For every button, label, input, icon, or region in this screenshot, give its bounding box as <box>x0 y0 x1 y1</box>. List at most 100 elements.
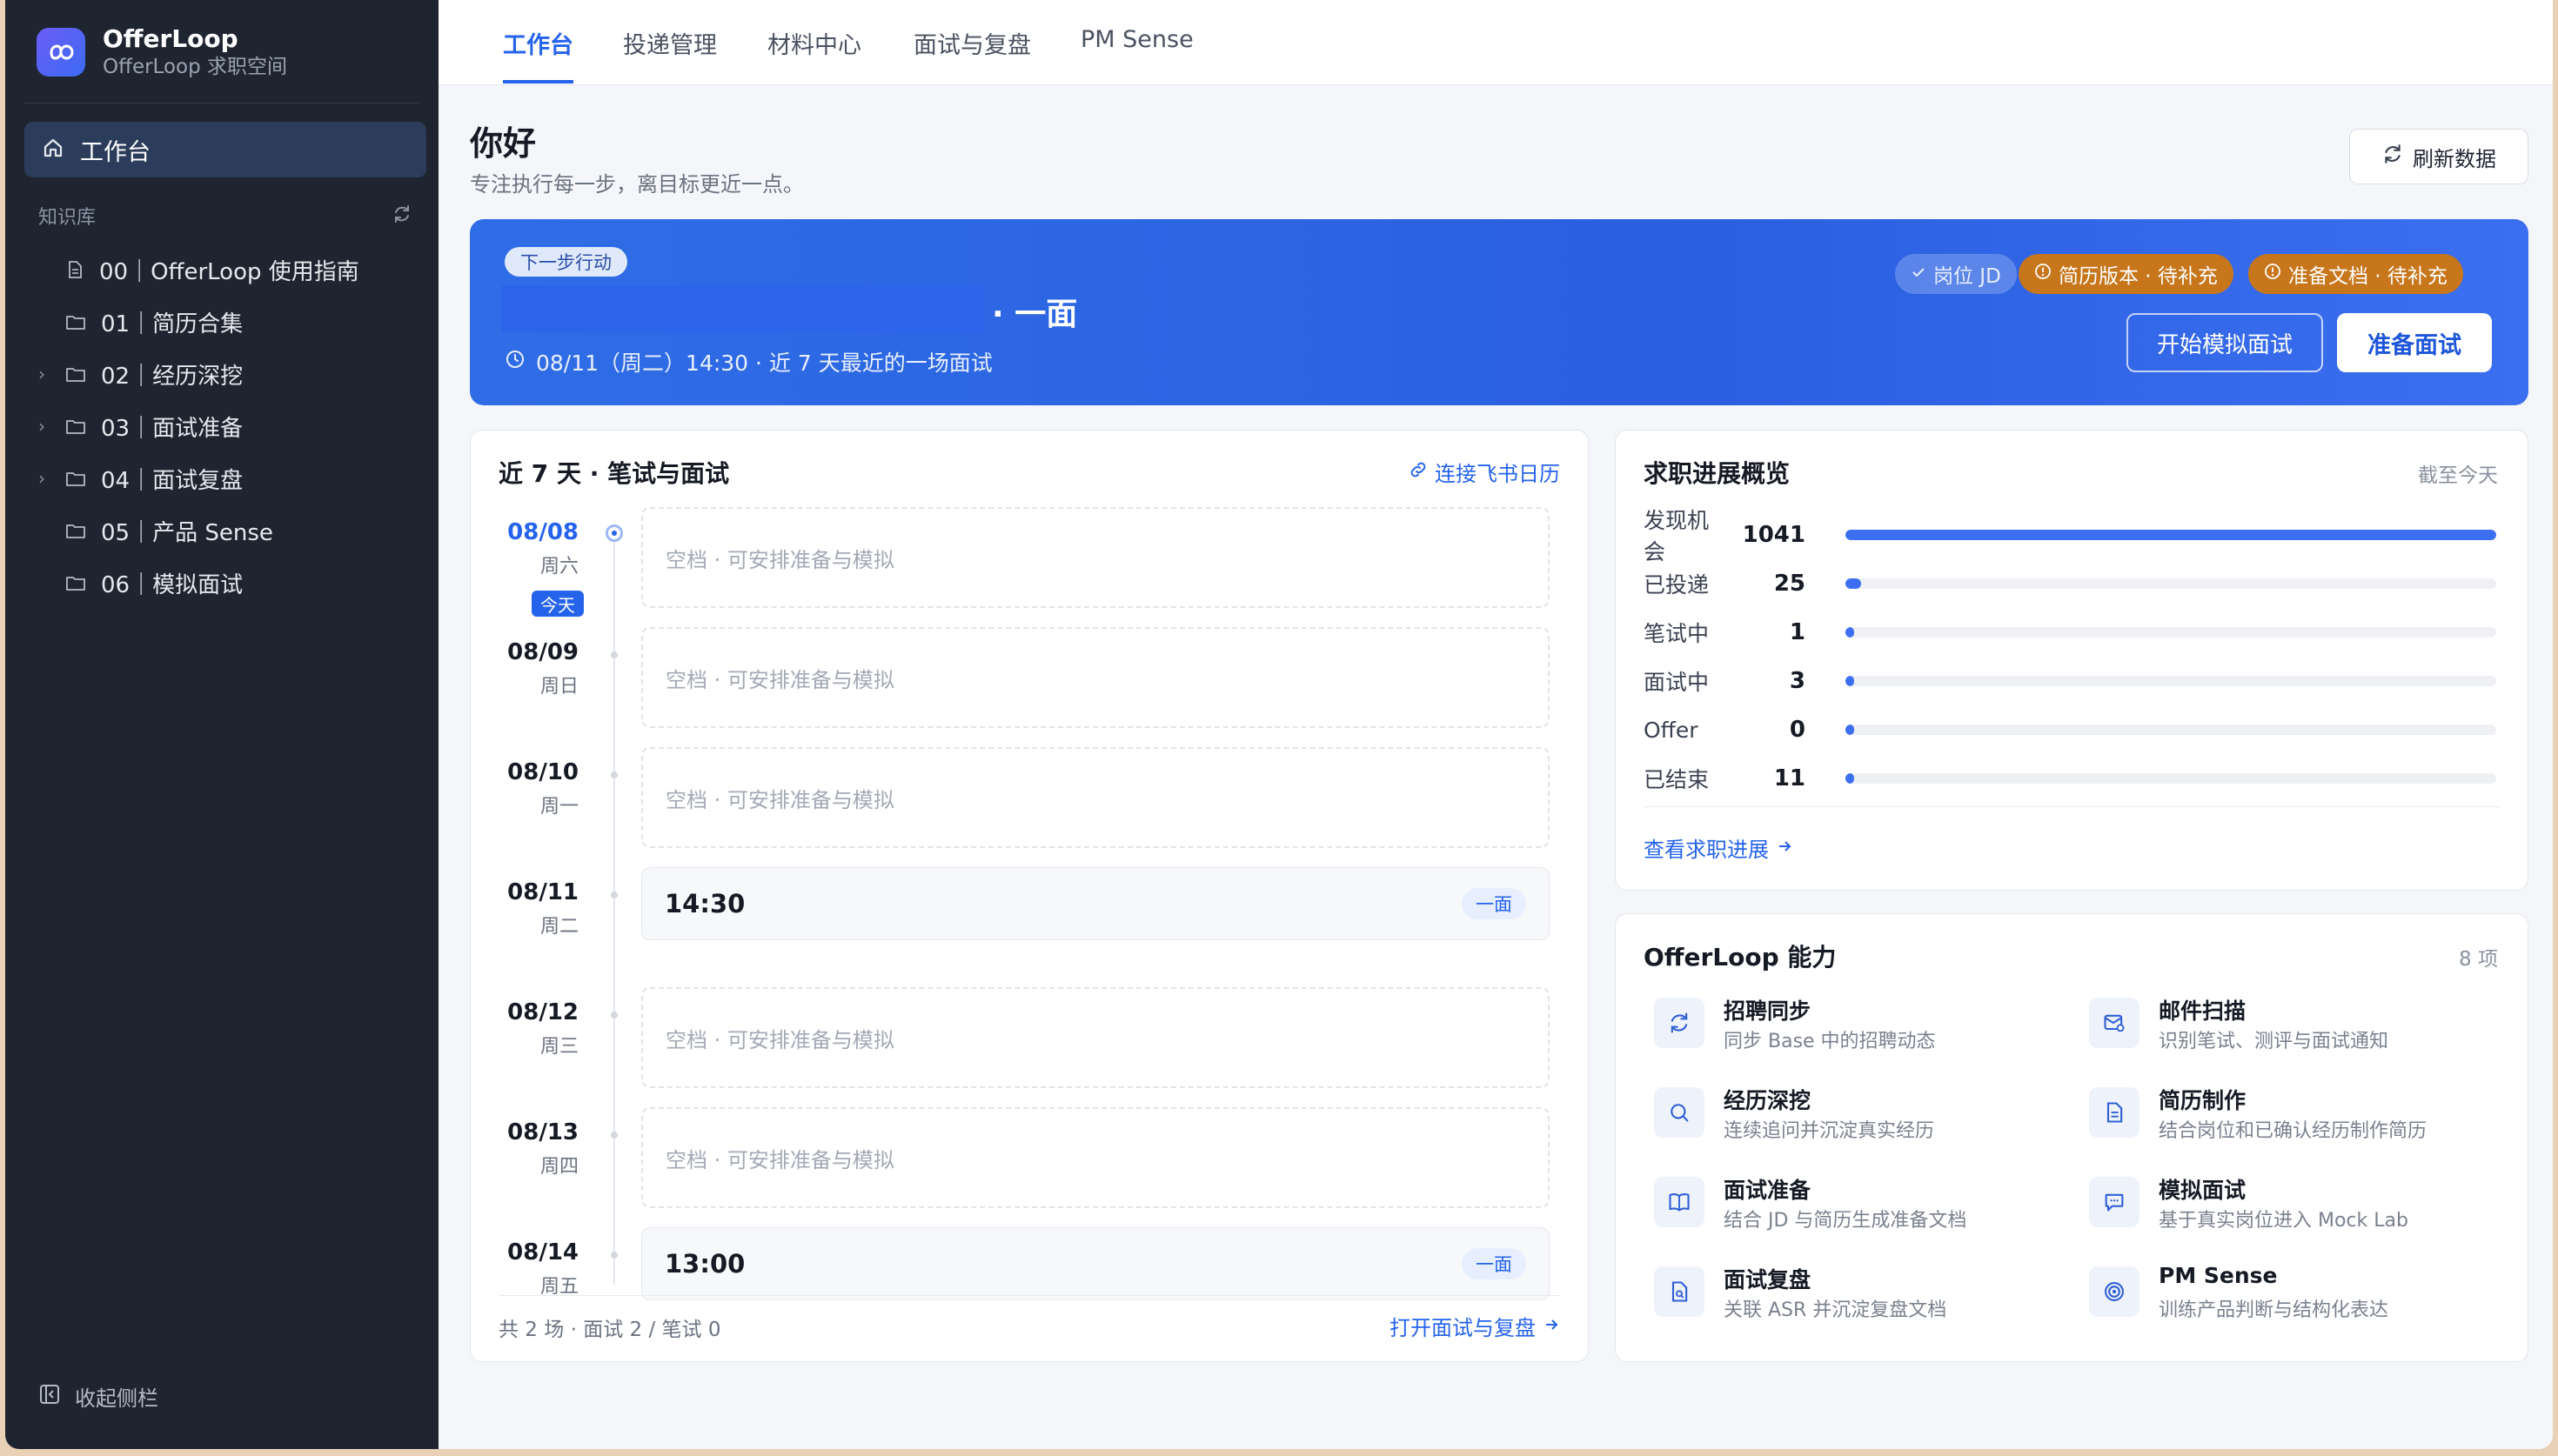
tab-materials[interactable]: 材料中心 <box>767 26 861 83</box>
progress-row: 发现机会 1041 <box>1644 508 2496 564</box>
progress-value: 25 <box>1773 571 1805 597</box>
brand: OfferLoop OfferLoop 求职空间 <box>37 24 287 80</box>
card-divider <box>1644 806 2500 807</box>
progress-track <box>1845 773 2496 784</box>
view-progress-link[interactable]: 查看求职进展 <box>1644 832 1793 863</box>
tab-pm-sense[interactable]: PM Sense <box>1081 26 1194 83</box>
progress-fill <box>1845 627 1854 638</box>
capability-item[interactable]: 模拟面试 基于真实岗位进入 Mock Lab <box>2089 1173 2507 1243</box>
capability-item[interactable]: PM Sense 训练产品判断与结构化表达 <box>2089 1263 2507 1332</box>
progress-row: 已投递 25 <box>1644 566 2496 601</box>
schedule-card: 近 7 天 · 笔试与面试 连接飞书日历 08/08 周六 今天 空档 · 可安排准备… <box>470 430 1589 1362</box>
empty-slot[interactable]: 空档 · 可安排准备与模拟 <box>641 987 1550 1088</box>
sidebar: OfferLoop OfferLoop 求职空间 工作台 知识库 00｜Offe… <box>5 0 439 1449</box>
timeline-dot <box>611 771 618 778</box>
capability-item[interactable]: 邮件扫描 识别笔试、测评与面试通知 <box>2089 994 2507 1064</box>
brand-subtitle: OfferLoop 求职空间 <box>103 56 288 78</box>
tree-item-label: 03｜面试准备 <box>101 415 244 442</box>
day-date: 08/09 <box>507 639 579 665</box>
sidebar-tree-item[interactable]: 05｜产品 Sense <box>38 504 421 557</box>
sidebar-tree-item[interactable]: 01｜简历合集 <box>38 296 421 348</box>
capabilities-card: OfferLoop 能力 8 项 招聘同步 同步 Base 中的招聘动态 邮件扫描识… <box>1615 913 2528 1362</box>
progress-title: 求职进展概览 <box>1644 459 1791 488</box>
folder-icon <box>64 572 87 593</box>
progress-value: 1041 <box>1742 522 1805 548</box>
sidebar-tree-item[interactable]: › 04｜面试复盘 <box>38 452 421 504</box>
progress-card: 求职进展概览 截至今天 发现机会 1041 已投递 25 笔试中 1 面试中 3 Offer 0 已… <box>1615 430 2528 891</box>
interview-event[interactable]: 13:00 一面 <box>641 1227 1550 1300</box>
open-interview-review-link[interactable]: 打开面试与复盘 <box>1389 1311 1560 1341</box>
mail-scan-icon <box>2089 998 2139 1048</box>
tab-interview-review[interactable]: 面试与复盘 <box>914 26 1031 83</box>
sidebar-tree-item[interactable]: › 03｜面试准备 <box>38 400 421 452</box>
chip-jd[interactable]: 岗位 JD <box>1895 254 2017 294</box>
tab-applications[interactable]: 投递管理 <box>623 26 717 83</box>
redacted-company-name <box>501 285 985 332</box>
empty-slot[interactable]: 空档 · 可安排准备与模拟 <box>641 507 1550 608</box>
chevron-right-icon[interactable]: › <box>38 416 57 437</box>
capability-title: 简历制作 <box>2159 1088 2247 1113</box>
next-action-banner: 下一步行动 · 一面 08/11（周二）14:30 · 近 7 天最近的一场面试… <box>470 219 2528 405</box>
progress-as-of: 截至今天 <box>2418 464 2498 487</box>
capabilities-count: 8 项 <box>2459 948 2498 971</box>
target-icon <box>2089 1266 2139 1317</box>
capability-item[interactable]: 招聘同步 同步 Base 中的招聘动态 <box>1654 994 2072 1064</box>
capability-desc: 同步 Base 中的招聘动态 <box>1724 1031 1936 1052</box>
folder-icon <box>64 520 87 541</box>
timeline-dot <box>611 651 618 658</box>
sync-icon <box>1654 998 1704 1048</box>
refresh-icon[interactable] <box>392 204 412 228</box>
chip-resume-pending[interactable]: 简历版本 · 待补充 <box>2019 254 2233 294</box>
view-progress-label: 查看求职进展 <box>1644 838 1769 862</box>
sidebar-tree-item[interactable]: › 02｜经历深挖 <box>38 348 421 400</box>
progress-track <box>1845 725 2496 735</box>
capability-title: PM Sense <box>2159 1263 2278 1288</box>
knowledge-base-label: 知识库 <box>38 207 97 229</box>
brand-name: OfferLoop <box>103 24 238 53</box>
knowledge-base-header: 知识库 <box>38 202 412 230</box>
collapse-sidebar-button[interactable]: 收起侧栏 <box>38 1381 158 1412</box>
arrow-right-icon <box>1776 836 1793 860</box>
capability-item[interactable]: 经历深挖 连续追问并沉淀真实经历 <box>1654 1084 2072 1153</box>
day-weekday: 周日 <box>539 676 579 698</box>
capability-item[interactable]: 面试准备 结合 JD 与简历生成准备文档 <box>1654 1173 2072 1243</box>
progress-track <box>1845 578 2496 589</box>
banner-meta: 08/11（周二）14:30 · 近 7 天最近的一场面试 <box>505 346 993 377</box>
file-search-icon <box>1654 1266 1704 1317</box>
capability-item[interactable]: 面试复盘 关联 ASR 并沉淀复盘文档 <box>1654 1263 2072 1332</box>
capability-item[interactable]: 简历制作结合岗位和已确认经历制作简历 <box>2089 1084 2507 1153</box>
open-interview-review-label: 打开面试与复盘 <box>1389 1316 1536 1340</box>
logo-icon <box>37 28 85 77</box>
warning-icon <box>2264 263 2281 285</box>
interview-event[interactable]: 14:30 一面 <box>641 867 1550 940</box>
tree-item-label: 06｜模拟面试 <box>101 571 244 598</box>
empty-slot[interactable]: 空档 · 可安排准备与模拟 <box>641 627 1550 728</box>
chevron-right-icon[interactable]: › <box>38 468 57 489</box>
progress-label: 面试中 <box>1644 670 1710 695</box>
prepare-interview-button[interactable]: 准备面试 <box>2337 313 2492 372</box>
day-weekday: 周三 <box>539 1036 579 1058</box>
sidebar-tree-item[interactable]: 00｜OfferLoop 使用指南 <box>38 244 421 296</box>
start-mock-interview-button[interactable]: 开始模拟面试 <box>2126 313 2323 372</box>
empty-slot[interactable]: 空档 · 可安排准备与模拟 <box>641 1107 1550 1208</box>
page-title: 你好 <box>470 124 537 163</box>
chevron-right-icon[interactable]: › <box>38 364 57 384</box>
chip-prep-pending[interactable]: 准备文档 · 待补充 <box>2248 254 2463 294</box>
event-tag: 一面 <box>1462 888 1526 919</box>
day-weekday: 周四 <box>539 1156 579 1178</box>
day-date: 08/12 <box>507 999 579 1025</box>
tab-workbench[interactable]: 工作台 <box>503 26 573 83</box>
capability-desc: 结合岗位和已确认经历制作简历 <box>2159 1120 2427 1142</box>
check-icon <box>1911 263 1926 285</box>
collapse-label: 收起侧栏 <box>75 1386 158 1411</box>
refresh-data-button[interactable]: 刷新数据 <box>2349 129 2528 184</box>
sidebar-item-workbench[interactable]: 工作台 <box>24 122 426 177</box>
sidebar-tree-item[interactable]: 06｜模拟面试 <box>38 557 421 609</box>
capability-desc: 训练产品判断与结构化表达 <box>2159 1299 2389 1321</box>
connect-calendar-link[interactable]: 连接飞书日历 <box>1409 457 1560 487</box>
capability-desc: 连续追问并沉淀真实经历 <box>1724 1120 1935 1142</box>
progress-label: 发现机会 <box>1644 508 1710 564</box>
capability-title: 邮件扫描 <box>2159 998 2247 1024</box>
empty-slot[interactable]: 空档 · 可安排准备与模拟 <box>641 747 1550 848</box>
folder-icon <box>64 468 87 489</box>
